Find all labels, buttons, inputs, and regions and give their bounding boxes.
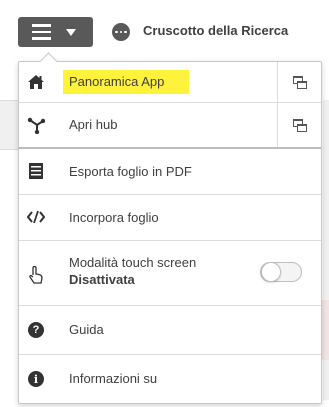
menu-item-export-pdf[interactable]: Esporta foglio in PDF (19, 149, 321, 194)
menu-item-label: Panoramica App (69, 74, 165, 89)
menu-item-embed-sheet[interactable]: Incorpora foglio (19, 195, 321, 240)
open-new-tab-icon[interactable] (293, 76, 307, 89)
row-divider (277, 62, 278, 102)
menu-item-label: Modalità touch screen Disattivata (69, 254, 196, 288)
app-more-icon[interactable] (112, 23, 130, 41)
touch-mode-status: Disattivata (69, 272, 135, 287)
touch-mode-label: Modalità touch screen (69, 255, 197, 270)
open-new-tab-icon[interactable] (293, 119, 307, 132)
info-glyph: i (28, 371, 44, 387)
help-glyph: ? (28, 322, 44, 338)
menu-item-label: Apri hub (69, 117, 118, 132)
background-toolbar-sliver (0, 100, 18, 150)
hub-icon (26, 115, 46, 135)
menu-item-label: Informazioni su (69, 371, 158, 386)
menu-item-label: Incorpora foglio (69, 210, 159, 225)
menu-item-touch-screen-mode[interactable]: Modalità touch screen Disattivata (19, 241, 321, 305)
touch-mode-toggle[interactable] (260, 262, 302, 282)
menu-item-open-hub[interactable]: Apri hub (19, 103, 321, 147)
menu-item-about[interactable]: i Informazioni su (19, 355, 321, 403)
navigation-dropdown-menu: Panoramica App Apri hub Esporta foglio i… (18, 61, 322, 404)
menu-item-label: Guida (69, 322, 104, 337)
home-icon (26, 72, 46, 92)
help-icon: ? (26, 320, 46, 340)
row-divider (277, 103, 278, 147)
menu-item-app-overview[interactable]: Panoramica App (19, 62, 321, 102)
toggle-knob (261, 262, 281, 282)
caret-down-icon (66, 29, 76, 36)
background-chart-sliver (322, 300, 329, 360)
hamburger-icon (32, 24, 51, 40)
app-title: Cruscotto della Ricerca (143, 23, 289, 38)
menu-item-label: Esporta foglio in PDF (69, 164, 192, 179)
navigation-menu-button[interactable] (18, 17, 93, 47)
menu-item-help[interactable]: ? Guida (19, 306, 321, 354)
info-icon: i (26, 369, 46, 389)
embed-code-icon (26, 207, 46, 227)
touch-icon (26, 265, 46, 285)
pdf-export-icon (26, 161, 46, 181)
